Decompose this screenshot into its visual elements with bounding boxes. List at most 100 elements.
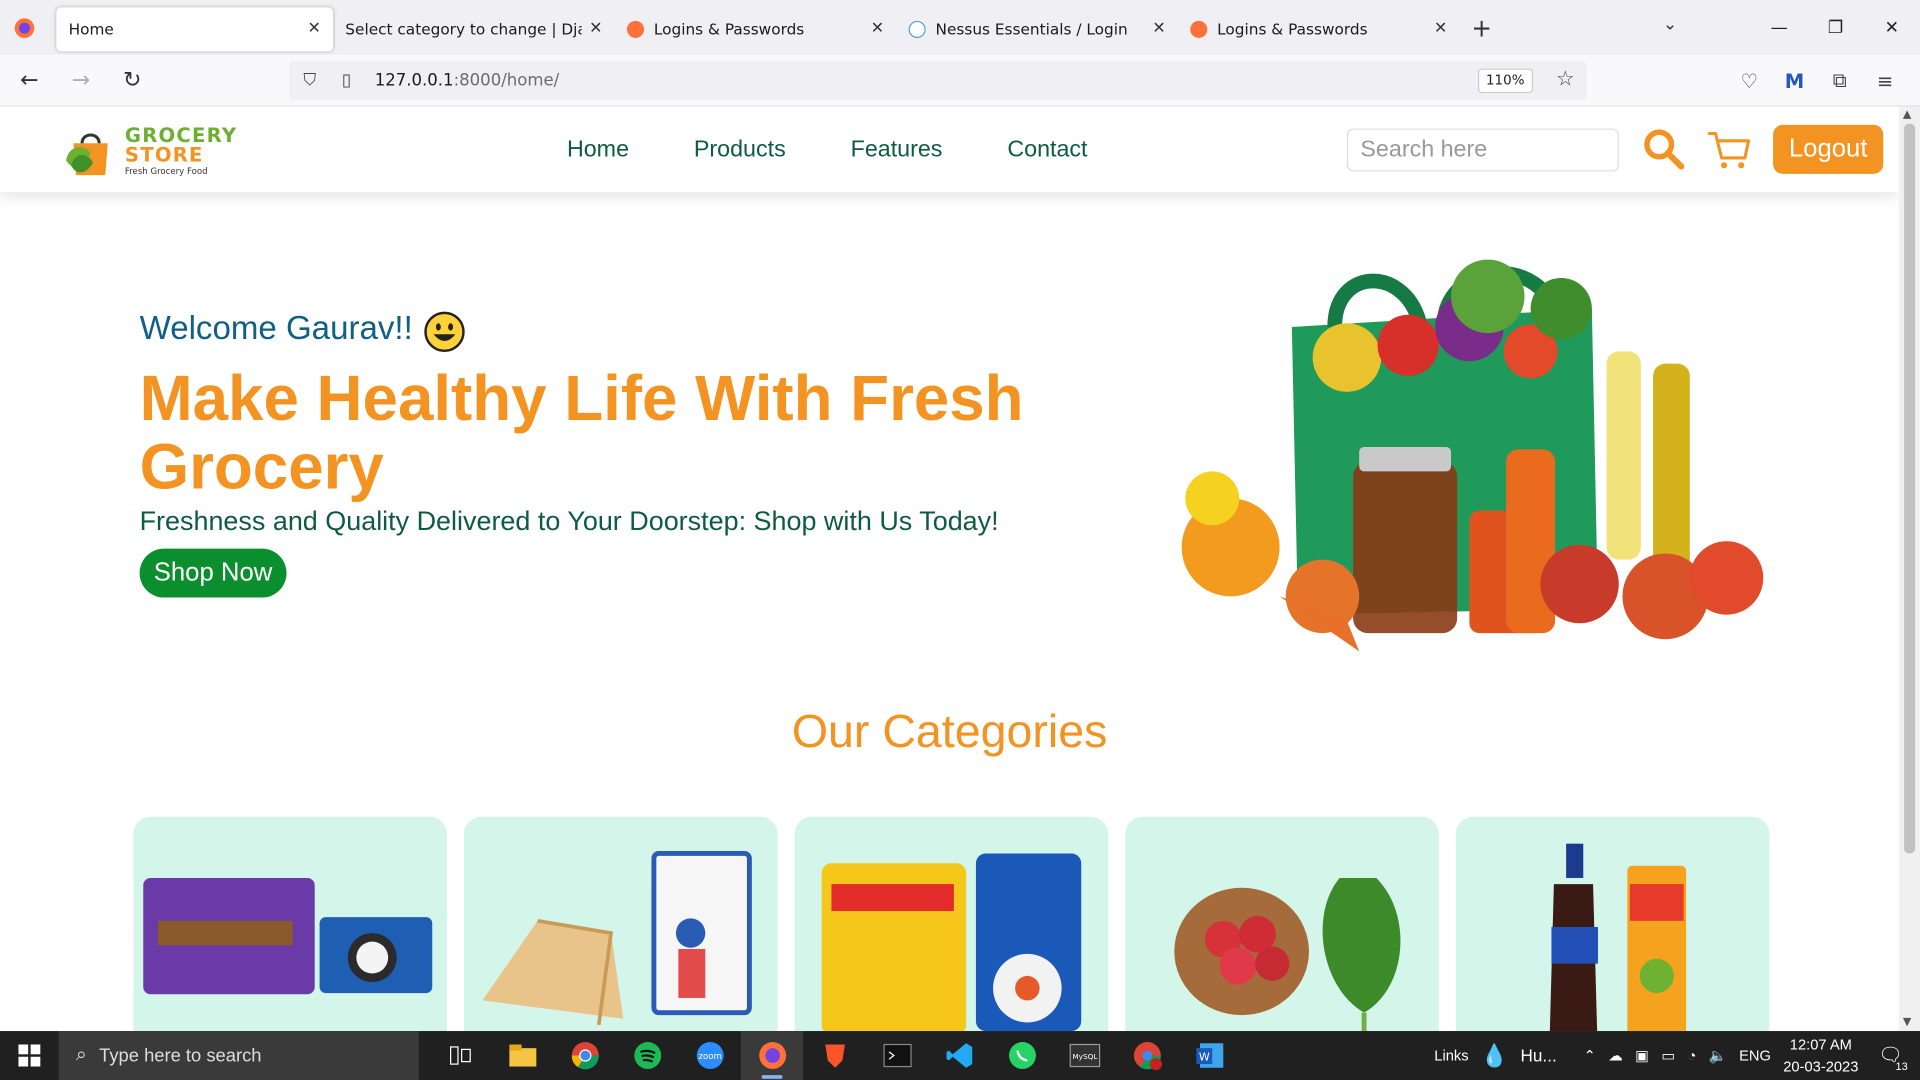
weather-widget[interactable]: Hu... [1521, 1046, 1557, 1066]
search-icon[interactable] [1641, 126, 1688, 173]
tab-nessus[interactable]: Nessus Essentials / Login ✕ [896, 7, 1178, 51]
task-view-icon[interactable] [429, 1031, 491, 1080]
firefox-icon[interactable] [0, 0, 49, 55]
toolbar-icons: ♡ M ⧉ ≡ [1727, 55, 1908, 106]
windows-taskbar: ⌕ Type here to search zoom MySQL W Links… [0, 1031, 1920, 1080]
tab-home[interactable]: Home ✕ [56, 6, 334, 51]
clock-date: 20-03-2023 [1783, 1057, 1859, 1076]
chevron-down-icon[interactable]: ⌄ [1663, 15, 1677, 35]
battery-icon[interactable]: ▭ [1661, 1047, 1675, 1064]
word-icon[interactable]: W [1178, 1031, 1240, 1080]
main-menu: Home Products Features Contact [567, 137, 1152, 164]
beverages-image [1549, 843, 1687, 1032]
tab-logins-2[interactable]: Logins & Passwords ✕ [1178, 7, 1460, 51]
cloud-icon[interactable]: ☁ [1608, 1047, 1623, 1064]
search-input[interactable]: Search here [1346, 128, 1619, 172]
windows-start-icon[interactable] [0, 1031, 59, 1080]
bookmark-star-icon[interactable]: ☆ [1556, 67, 1575, 91]
cereal-oats-image [821, 853, 1082, 1032]
menu-contact[interactable]: Contact [1007, 137, 1087, 164]
device-icon[interactable]: ▣ [1635, 1047, 1649, 1064]
scrollbar-thumb[interactable] [1904, 123, 1916, 854]
logout-button[interactable]: Logout [1773, 124, 1884, 174]
search-icon: ⌕ [75, 1044, 87, 1066]
firefox-favicon-icon [1190, 20, 1208, 38]
menu-products[interactable]: Products [694, 137, 786, 164]
menu-home[interactable]: Home [567, 137, 629, 164]
notification-center-icon[interactable]: 🗨 13 [1878, 1043, 1911, 1073]
category-card-bakery-dairy[interactable] [464, 816, 778, 1032]
tab-title: Logins & Passwords [1217, 19, 1368, 38]
grocery-store-logo[interactable]: GROCERY STORE Fresh Grocery Food [64, 121, 248, 182]
tab-title: Nessus Essentials / Login [935, 19, 1128, 38]
mysql-workbench-icon[interactable]: MySQL [1053, 1031, 1115, 1080]
file-explorer-icon[interactable] [491, 1031, 553, 1080]
firefox-taskbar-icon[interactable] [740, 1031, 804, 1080]
notification-count: 13 [1893, 1060, 1911, 1073]
close-tab-icon[interactable]: ✕ [1434, 20, 1447, 38]
tab-django[interactable]: Select category to change | Django ✕ [333, 7, 615, 51]
site-header: GROCERY STORE Fresh Grocery Food Home Pr… [0, 106, 1900, 193]
url-bar[interactable]: ⛉ ▯ 127.0.0.1:8000/home/ 110% ☆ [288, 61, 1587, 101]
category-card-fruits-vegetables[interactable] [1125, 816, 1439, 1032]
shop-now-button[interactable]: Shop Now [139, 548, 287, 598]
shield-icon[interactable]: ⛉ [294, 71, 326, 91]
category-card-snacks[interactable] [133, 816, 447, 1032]
chrome-profile-icon[interactable] [1116, 1031, 1178, 1080]
taskbar-search-box[interactable]: ⌕ Type here to search [58, 1031, 419, 1080]
scroll-down-icon[interactable]: ▼ [1903, 1016, 1911, 1028]
clock[interactable]: 12:07 AM 20-03-2023 [1783, 1033, 1858, 1077]
chrome-icon[interactable] [553, 1031, 615, 1080]
firefox-favicon-icon [626, 20, 645, 38]
extension-m-icon[interactable]: M [1772, 69, 1817, 92]
menu-features[interactable]: Features [851, 137, 943, 164]
spotify-icon[interactable] [616, 1031, 678, 1080]
window-controls: — ❐ ✕ [1751, 0, 1920, 55]
close-tab-icon[interactable]: ✕ [589, 20, 602, 38]
minimize-icon[interactable]: — [1751, 18, 1807, 38]
volume-icon[interactable]: 🔈 [1709, 1047, 1727, 1064]
hamburger-menu-icon[interactable]: ≡ [1862, 69, 1907, 92]
language-indicator[interactable]: ENG [1739, 1047, 1771, 1064]
links-toolbar[interactable]: Links [1434, 1047, 1468, 1064]
scroll-up-icon[interactable]: ▲ [1903, 109, 1911, 121]
shopping-cart-icon[interactable] [1706, 126, 1753, 173]
terminal-icon[interactable] [866, 1031, 928, 1080]
restore-icon[interactable]: ❐ [1807, 18, 1863, 38]
logo-text-store: STORE [124, 143, 204, 167]
tab-logins-1[interactable]: Logins & Passwords ✕ [615, 7, 897, 51]
wifi-icon[interactable]: ◔ [1687, 1047, 1696, 1064]
fruits-vegetables-image [1174, 877, 1401, 1032]
chevron-up-icon[interactable]: ⌃ [1584, 1047, 1596, 1064]
page-icon: ▯ [341, 71, 352, 91]
svg-text:zoom: zoom [698, 1052, 721, 1062]
close-tab-icon[interactable]: ✕ [307, 20, 320, 38]
web-page: GROCERY STORE Fresh Grocery Food Home Pr… [0, 106, 1900, 1032]
back-arrow-icon[interactable]: ← [7, 62, 51, 99]
welcome-text: Welcome Gaurav!! [139, 309, 413, 347]
close-window-icon[interactable]: ✕ [1864, 18, 1920, 38]
zoom-icon[interactable]: zoom [678, 1031, 740, 1080]
pocket-icon[interactable]: ♡ [1727, 69, 1772, 92]
svg-text:W: W [1198, 1050, 1209, 1063]
reload-icon[interactable]: ↻ [110, 62, 154, 99]
page-scrollbar[interactable]: ▲ ▼ [1899, 106, 1920, 1032]
whatsapp-icon[interactable] [991, 1031, 1053, 1080]
zoom-indicator[interactable]: 110% [1477, 68, 1534, 94]
tab-title: Select category to change | Django [345, 19, 581, 38]
grocery-bag-hero-image [1181, 259, 1764, 652]
brave-icon[interactable] [803, 1031, 865, 1080]
close-tab-icon[interactable]: ✕ [871, 20, 884, 38]
close-tab-icon[interactable]: ✕ [1152, 20, 1165, 38]
category-card-beverages[interactable] [1455, 816, 1770, 1032]
browser-tab-bar: Home ✕ Select category to change | Djang… [0, 0, 1920, 56]
category-card-breakfast[interactable] [794, 816, 1109, 1032]
forward-arrow-icon[interactable]: → [59, 62, 103, 99]
new-tab-icon[interactable]: + [1460, 13, 1504, 42]
vscode-icon[interactable] [928, 1031, 990, 1080]
hero-subtitle: Freshness and Quality Delivered to Your … [139, 505, 999, 537]
system-tray: Links 💧 Hu... ⌃ ☁ ▣ ▭ ◔ 🔈 ENG 12:07 AM 2… [1434, 1031, 1920, 1080]
nessus-favicon-icon [908, 20, 926, 38]
extensions-puzzle-icon[interactable]: ⧉ [1817, 69, 1862, 93]
water-drop-icon[interactable]: 💧 [1481, 1043, 1508, 1069]
